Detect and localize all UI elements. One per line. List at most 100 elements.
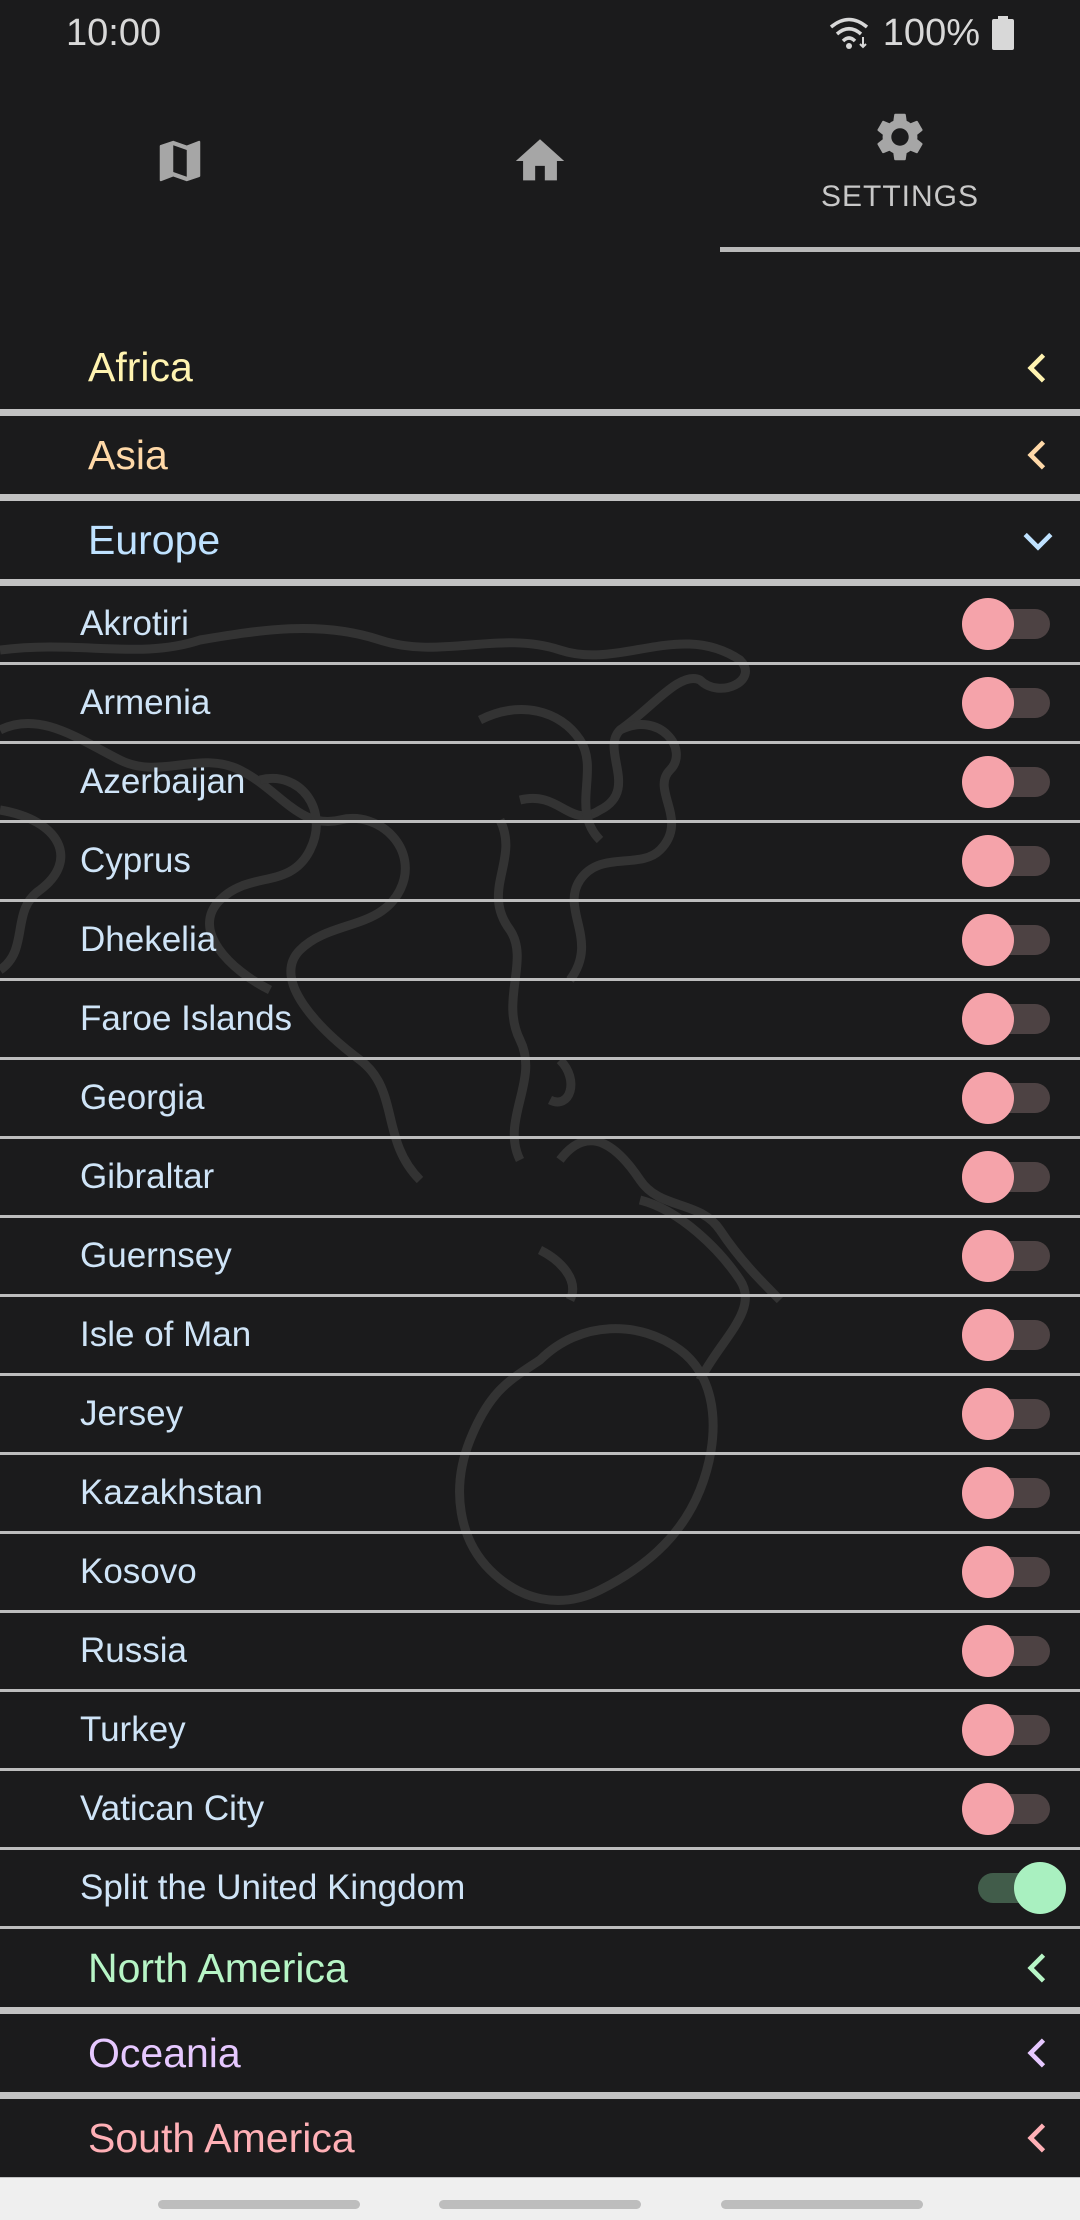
chevron-left-icon bbox=[1027, 1953, 1046, 1983]
top-navigation: SETTINGS bbox=[0, 70, 1080, 252]
country-row[interactable]: Split the United Kingdom bbox=[0, 1850, 1080, 1929]
country-row[interactable]: Cyprus bbox=[0, 823, 1080, 902]
country-row[interactable]: Russia bbox=[0, 1613, 1080, 1692]
wifi-icon bbox=[829, 17, 868, 49]
country-toggle-switch[interactable] bbox=[962, 756, 1052, 808]
country-toggle-switch[interactable] bbox=[962, 1309, 1052, 1361]
country-row[interactable]: Vatican City bbox=[0, 1771, 1080, 1850]
country-row[interactable]: Dhekelia bbox=[0, 902, 1080, 981]
country-toggle-switch[interactable] bbox=[962, 1388, 1052, 1440]
region-header-europe[interactable]: Europe bbox=[0, 501, 1080, 586]
map-icon bbox=[159, 140, 201, 182]
home-icon bbox=[515, 139, 565, 181]
region-name: Asia bbox=[88, 431, 168, 478]
country-toggle-switch[interactable] bbox=[962, 1704, 1052, 1756]
country-row[interactable]: Georgia bbox=[0, 1060, 1080, 1139]
country-name: Akrotiri bbox=[80, 604, 189, 643]
country-name: Georgia bbox=[80, 1078, 205, 1117]
country-row[interactable]: Faroe Islands bbox=[0, 981, 1080, 1060]
toggle-thumb bbox=[962, 993, 1014, 1045]
country-toggle-switch[interactable] bbox=[962, 1546, 1052, 1598]
battery-percent: 100% bbox=[882, 11, 980, 54]
country-toggle-switch[interactable] bbox=[962, 1230, 1052, 1282]
region-name: North America bbox=[88, 1944, 348, 1991]
country-row[interactable]: Isle of Man bbox=[0, 1297, 1080, 1376]
country-name: Kazakhstan bbox=[80, 1473, 263, 1512]
country-toggle-switch[interactable] bbox=[962, 1072, 1052, 1124]
country-name: Vatican City bbox=[80, 1789, 265, 1828]
region-header-south-america[interactable]: South America bbox=[0, 2099, 1080, 2184]
battery-icon bbox=[992, 16, 1014, 50]
country-toggle-switch[interactable] bbox=[962, 1862, 1066, 1914]
country-name: Azerbaijan bbox=[80, 762, 246, 801]
toggle-thumb bbox=[962, 1072, 1014, 1124]
chevron-left-icon bbox=[1027, 2123, 1046, 2153]
toggle-thumb bbox=[962, 1388, 1014, 1440]
country-row[interactable]: Guernsey bbox=[0, 1218, 1080, 1297]
status-icons: 100% bbox=[827, 12, 1014, 55]
region-header-north-america[interactable]: North America bbox=[0, 1929, 1080, 2014]
country-row[interactable]: Turkey bbox=[0, 1692, 1080, 1771]
toggle-thumb bbox=[962, 1230, 1014, 1282]
country-toggle-switch[interactable] bbox=[962, 677, 1052, 729]
country-toggle-switch[interactable] bbox=[962, 598, 1052, 650]
toggle-thumb bbox=[962, 1546, 1014, 1598]
region-name: Africa bbox=[88, 344, 193, 390]
country-name: Faroe Islands bbox=[80, 999, 293, 1038]
region-header-oceania[interactable]: Oceania bbox=[0, 2014, 1080, 2099]
toggle-thumb bbox=[962, 914, 1014, 966]
toggle-thumb bbox=[962, 1625, 1014, 1677]
nav-pill-left[interactable] bbox=[158, 2200, 360, 2209]
region-name: South America bbox=[88, 2114, 355, 2161]
country-name: Armenia bbox=[80, 683, 211, 722]
toggle-thumb bbox=[962, 756, 1014, 808]
toggle-thumb bbox=[962, 1704, 1014, 1756]
europe-country-list: Akrotiri Armenia Azerbaijan Cyprus Dhekelia F… bbox=[0, 586, 1080, 1929]
toggle-thumb bbox=[962, 835, 1014, 887]
region-header-africa[interactable]: Africa bbox=[0, 326, 1080, 416]
country-name: Kosovo bbox=[80, 1552, 197, 1591]
country-toggle-switch[interactable] bbox=[962, 1151, 1052, 1203]
toggle-thumb bbox=[962, 1309, 1014, 1361]
country-toggle-switch[interactable] bbox=[962, 835, 1052, 887]
status-time: 10:00 bbox=[66, 11, 162, 54]
region-list: Africa Asia Europe Akrotiri Armenia Azerba… bbox=[0, 326, 1080, 2184]
chevron-left-icon bbox=[1027, 2038, 1046, 2068]
system-navigation-bar bbox=[0, 2178, 1080, 2220]
country-row[interactable]: Akrotiri bbox=[0, 586, 1080, 665]
country-toggle-switch[interactable] bbox=[962, 914, 1052, 966]
country-row[interactable]: Kosovo bbox=[0, 1534, 1080, 1613]
chevron-left-icon bbox=[1027, 440, 1046, 470]
country-row[interactable]: Gibraltar bbox=[0, 1139, 1080, 1218]
region-header-asia[interactable]: Asia bbox=[0, 416, 1080, 501]
chevron-left-icon bbox=[1027, 353, 1046, 382]
tab-settings[interactable]: SETTINGS bbox=[720, 70, 1080, 252]
country-name: Split the United Kingdom bbox=[80, 1868, 466, 1907]
tab-settings-label: SETTINGS bbox=[820, 180, 979, 213]
toggle-thumb bbox=[1014, 1862, 1066, 1914]
toggle-thumb bbox=[962, 677, 1014, 729]
toggle-thumb bbox=[962, 598, 1014, 650]
country-toggle-switch[interactable] bbox=[962, 1783, 1052, 1835]
country-name: Jersey bbox=[80, 1394, 184, 1433]
chevron-down-icon bbox=[1023, 532, 1053, 551]
country-name: Russia bbox=[80, 1631, 187, 1670]
country-row[interactable]: Kazakhstan bbox=[0, 1455, 1080, 1534]
region-name: Oceania bbox=[88, 2029, 241, 2076]
country-name: Isle of Man bbox=[80, 1315, 252, 1354]
toggle-thumb bbox=[962, 1151, 1014, 1203]
nav-pill-center[interactable] bbox=[439, 2200, 641, 2209]
country-toggle-switch[interactable] bbox=[962, 1467, 1052, 1519]
nav-pill-right[interactable] bbox=[721, 2200, 923, 2209]
country-name: Guernsey bbox=[80, 1236, 232, 1275]
country-row[interactable]: Azerbaijan bbox=[0, 744, 1080, 823]
region-name: Europe bbox=[88, 516, 221, 563]
country-toggle-switch[interactable] bbox=[962, 1625, 1052, 1677]
country-row[interactable]: Jersey bbox=[0, 1376, 1080, 1455]
tab-map[interactable] bbox=[0, 70, 360, 252]
country-row[interactable]: Armenia bbox=[0, 665, 1080, 744]
toggle-thumb bbox=[962, 1467, 1014, 1519]
tab-home[interactable] bbox=[360, 70, 720, 252]
country-toggle-switch[interactable] bbox=[962, 993, 1052, 1045]
status-bar: 10:00 100% bbox=[0, 0, 1080, 66]
